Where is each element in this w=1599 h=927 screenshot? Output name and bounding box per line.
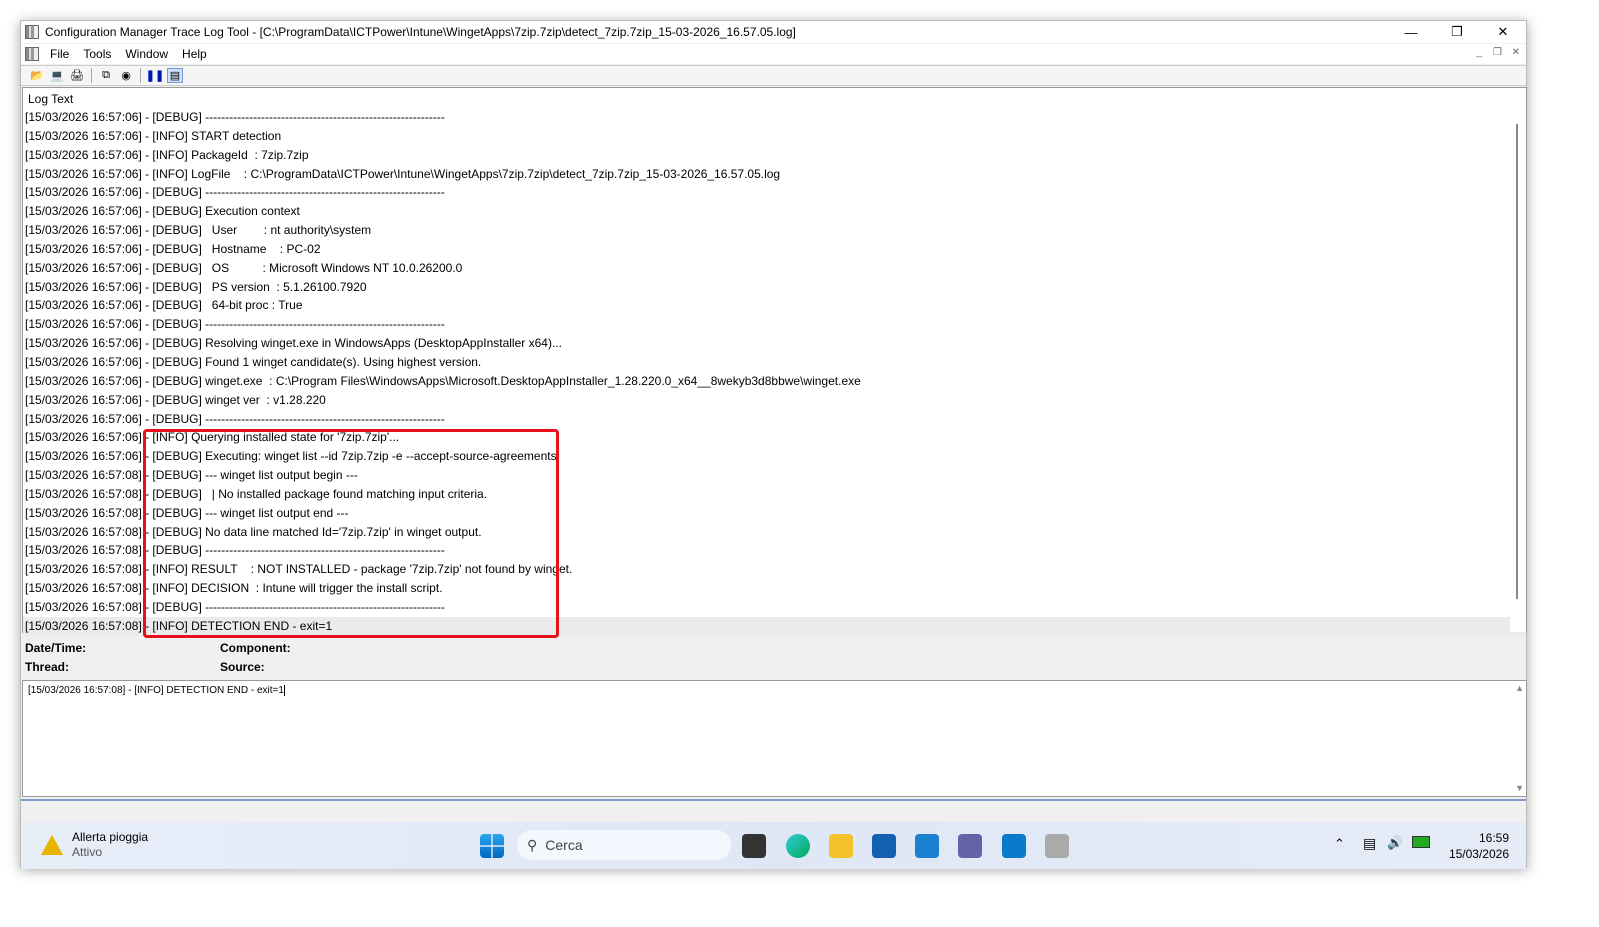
thread-label: Thread: xyxy=(25,660,70,674)
weather-widget[interactable]: Allerta pioggia Attivo xyxy=(72,830,148,860)
status-bar xyxy=(21,799,1526,823)
highlight-box xyxy=(143,429,559,638)
find-icon[interactable]: ◉ xyxy=(118,68,134,83)
message-text: [15/03/2026 16:57:08] - [INFO] DETECTION… xyxy=(28,685,284,696)
clock-date: 15/03/2026 xyxy=(1448,847,1509,861)
log-row[interactable]: [15/03/2026 16:57:06] - [DEBUG] --------… xyxy=(23,183,1526,202)
clock-time: 16:59 xyxy=(1478,831,1509,845)
edge-icon[interactable] xyxy=(786,834,810,858)
log-row[interactable]: [15/03/2026 16:57:06] - [INFO] PackageId… xyxy=(23,146,1526,165)
taskbar: Allerta pioggia Attivo ⚲ Cerca ⌃ ▤ 🔊 16:… xyxy=(21,822,1526,869)
store-icon[interactable] xyxy=(872,834,896,858)
source-label: Source: xyxy=(220,660,265,674)
scrollbar-thumb[interactable] xyxy=(1516,124,1518,599)
message-text-area[interactable]: [15/03/2026 16:57:08] - [INFO] DETECTION… xyxy=(22,680,1527,797)
log-row[interactable]: [15/03/2026 16:57:06] - [DEBUG] Hostname… xyxy=(23,240,1526,259)
mdi-minimize-button[interactable]: _ xyxy=(1476,47,1482,58)
log-row[interactable]: [15/03/2026 16:57:06] - [DEBUG] OS : Mic… xyxy=(23,259,1526,278)
menu-window[interactable]: Window xyxy=(118,47,175,61)
app-icon xyxy=(25,25,39,39)
component-label: Component: xyxy=(220,641,291,655)
weather-alert-icon[interactable] xyxy=(41,835,63,855)
print-icon[interactable]: 🖨 xyxy=(69,68,85,83)
remote-desktop-icon[interactable] xyxy=(1002,834,1026,858)
menu-tools[interactable]: Tools xyxy=(76,47,118,61)
trace-log-window: Configuration Manager Trace Log Tool - [… xyxy=(20,20,1527,869)
weather-status: Attivo xyxy=(72,845,103,859)
log-row[interactable]: [15/03/2026 16:57:06] - [DEBUG] User : n… xyxy=(23,221,1526,240)
menu-file[interactable]: File xyxy=(43,47,76,61)
open-icon[interactable]: 📂 xyxy=(29,68,45,83)
restore-button[interactable]: ❐ xyxy=(1434,21,1480,43)
scroll-up-arrow[interactable]: ▲ xyxy=(1515,683,1524,693)
mdi-icon[interactable] xyxy=(25,47,39,61)
log-row[interactable]: [15/03/2026 16:57:06] - [DEBUG] Resolvin… xyxy=(23,334,1526,353)
toolbar: 📂 💻 🖨 ⧉ ◉ ❚❚ ▤ xyxy=(21,65,1526,86)
mdi-restore-button[interactable]: ❐ xyxy=(1493,47,1502,58)
mdi-close-button[interactable]: ✕ xyxy=(1512,47,1520,58)
toolbar-separator xyxy=(91,68,92,83)
minimize-button[interactable]: — xyxy=(1388,21,1434,43)
weather-title: Allerta pioggia xyxy=(72,830,149,844)
close-button[interactable]: ✕ xyxy=(1480,21,1526,43)
start-icon[interactable] xyxy=(480,834,504,858)
log-row[interactable]: [15/03/2026 16:57:06] - [INFO] START det… xyxy=(23,127,1526,146)
teams-icon[interactable] xyxy=(958,834,982,858)
volume-icon[interactable]: 🔊 xyxy=(1387,835,1403,851)
computer-icon[interactable]: 💻 xyxy=(49,68,65,83)
toolbar-separator xyxy=(140,68,141,83)
copy-icon[interactable]: ⧉ xyxy=(98,68,114,83)
clock[interactable]: 16:59 15/03/2026 xyxy=(1441,830,1509,862)
log-row[interactable]: [15/03/2026 16:57:06] - [DEBUG] Found 1 … xyxy=(23,353,1526,372)
network-icon[interactable]: ▤ xyxy=(1363,835,1376,852)
pause-icon[interactable]: ❚❚ xyxy=(146,68,164,83)
log-row[interactable]: [15/03/2026 16:57:06] - [DEBUG] 64-bit p… xyxy=(23,296,1526,315)
search-placeholder: Cerca xyxy=(545,837,583,853)
column-header-log-text[interactable]: Log Text xyxy=(23,88,1526,108)
log-row[interactable]: [15/03/2026 16:57:06] - [DEBUG] winget v… xyxy=(23,391,1526,410)
menu-help[interactable]: Help xyxy=(175,47,214,61)
log-scrollbar[interactable] xyxy=(1510,88,1526,632)
menu-bar: File Tools Window Help xyxy=(21,44,1526,64)
preview-pane-icon[interactable]: ▤ xyxy=(167,68,183,83)
log-row[interactable]: [15/03/2026 16:57:06] - [DEBUG] Executio… xyxy=(23,202,1526,221)
file-explorer-icon[interactable] xyxy=(829,834,853,858)
log-row[interactable]: [15/03/2026 16:57:06] - [DEBUG] PS versi… xyxy=(23,278,1526,297)
log-row[interactable]: [15/03/2026 16:57:06] - [DEBUG] --------… xyxy=(23,410,1526,429)
chevron-up-icon[interactable]: ⌃ xyxy=(1334,836,1345,852)
search-box[interactable]: ⚲ Cerca xyxy=(517,830,731,860)
window-title: Configuration Manager Trace Log Tool - [… xyxy=(45,25,796,39)
battery-icon[interactable] xyxy=(1412,836,1430,848)
search-icon: ⚲ xyxy=(527,836,538,853)
log-row[interactable]: [15/03/2026 16:57:06] - [INFO] LogFile :… xyxy=(23,165,1526,184)
outlook-icon[interactable] xyxy=(915,834,939,858)
scroll-down-arrow[interactable]: ▼ xyxy=(1515,783,1524,793)
task-view-icon[interactable] xyxy=(742,834,766,858)
log-row[interactable]: [15/03/2026 16:57:06] - [DEBUG] --------… xyxy=(23,108,1526,127)
title-bar: Configuration Manager Trace Log Tool - [… xyxy=(21,21,1526,43)
log-list[interactable]: Log Text [15/03/2026 16:57:06] - [DEBUG]… xyxy=(22,87,1527,638)
log-row[interactable]: [15/03/2026 16:57:06] - [DEBUG] winget.e… xyxy=(23,372,1526,391)
trace-log-taskbar-icon[interactable] xyxy=(1045,834,1069,858)
datetime-label: Date/Time: xyxy=(25,641,87,655)
log-row[interactable]: [15/03/2026 16:57:06] - [DEBUG] --------… xyxy=(23,315,1526,334)
